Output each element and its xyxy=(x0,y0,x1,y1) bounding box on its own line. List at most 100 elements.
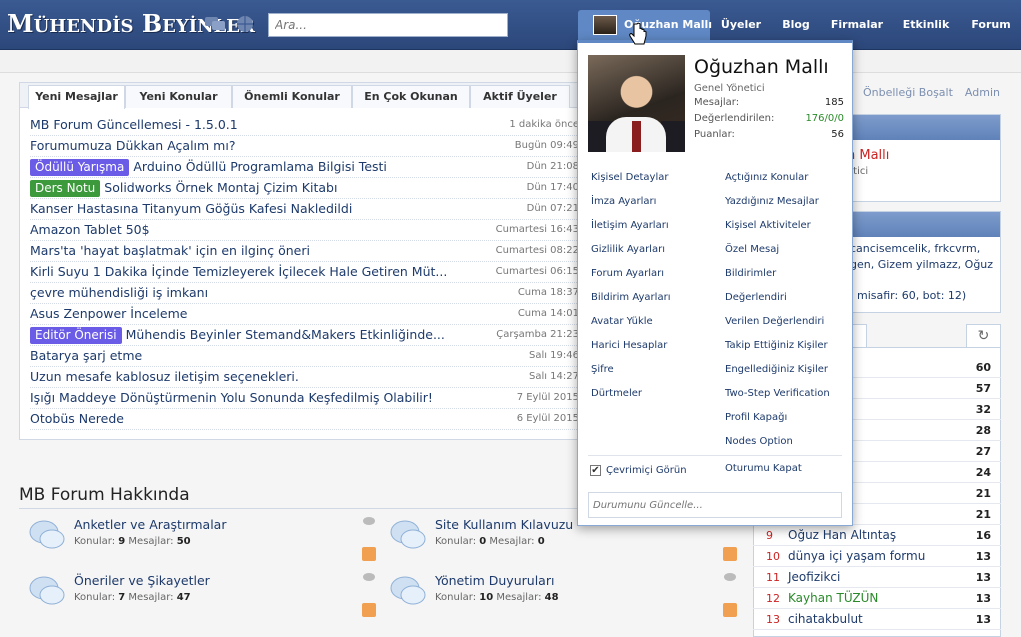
nav-blog[interactable]: Blog xyxy=(776,10,816,40)
thread-row[interactable]: Uzun mesafe kablosuz iletişim seçenekler… xyxy=(30,367,579,388)
thread-title-text[interactable]: Batarya şarj etme xyxy=(30,348,142,363)
top-poster-row[interactable]: 12 Kayhan TÜZÜN 13 xyxy=(753,588,1001,609)
thread-row[interactable]: Ders Notu Solidworks Örnek Montaj Çizim K… xyxy=(30,178,579,199)
thread-title[interactable]: Batarya şarj etme xyxy=(30,346,142,366)
thread-title[interactable]: Ödüllü Yarışma Arduino Ödüllü Programlama… xyxy=(30,157,387,177)
online-visibility-checkbox[interactable]: ✔ xyxy=(590,465,601,476)
popup-link-right[interactable]: Takip Ettiğiniz Kişiler xyxy=(725,340,828,351)
thread-title[interactable]: çevre mühendisliği iş imkanı xyxy=(30,283,208,303)
thread-row[interactable]: Otobüs Nerede 6 Eylül 2015 xyxy=(30,409,579,430)
popup-link-left[interactable]: Avatar Yükle xyxy=(591,316,653,327)
rss-icon[interactable] xyxy=(723,603,737,617)
top-poster-row[interactable]: 10 dünya içi yaşam formu 13 xyxy=(753,546,1001,567)
thread-row[interactable]: Editör Önerisi Mühendis Beyinler Stemand&… xyxy=(30,325,579,346)
nav-events[interactable]: Etkinlik xyxy=(898,10,954,40)
thread-title[interactable]: Işığı Maddeye Dönüştürmenin Yolu Sonunda… xyxy=(30,388,433,408)
thread-title-text[interactable]: Otobüs Nerede xyxy=(30,411,124,426)
user-photo[interactable] xyxy=(588,55,685,152)
online-users-list[interactable]: gen, Gizem yilmazz, Oğuz xyxy=(850,258,1000,271)
rss-icon[interactable] xyxy=(723,547,737,561)
thread-title-text[interactable]: Amazon Tablet 50$ xyxy=(30,222,150,237)
forum-name[interactable]: Öneriler ve Şikayetler xyxy=(74,573,210,588)
nav-forum[interactable]: Forum xyxy=(968,10,1014,40)
thread-title[interactable]: Asus Zenpower İnceleme xyxy=(30,304,187,324)
thread-row[interactable]: Mars'ta 'hayat başlatmak' için en ilginç… xyxy=(30,241,579,262)
popup-link-left[interactable]: Gizlilik Ayarları xyxy=(591,244,665,255)
popup-link-right[interactable]: Engellediğiniz Kişiler xyxy=(725,364,828,375)
thread-row[interactable]: Batarya şarj etme Salı 19:46 xyxy=(30,346,579,367)
popup-link-right[interactable]: Profil Kapağı xyxy=(725,412,787,423)
sidebar-profile-name[interactable]: n Mallı xyxy=(847,148,889,163)
tab-important-topics[interactable]: Önemli Konular xyxy=(232,85,352,108)
poster-name[interactable]: dünya içi yaşam formu xyxy=(788,546,925,567)
last-post-icon[interactable] xyxy=(362,516,376,526)
popup-link-left[interactable]: Bildirim Ayarları xyxy=(591,292,670,303)
globe-icon[interactable] xyxy=(234,15,256,33)
popup-link-right[interactable]: Nodes Option xyxy=(725,436,793,447)
thread-title-text[interactable]: Işığı Maddeye Dönüştürmenin Yolu Sonunda… xyxy=(30,390,433,405)
thread-title-text[interactable]: MB Forum Güncellemesi - 1.5.0.1 xyxy=(30,117,238,132)
clear-cache-link[interactable]: Önbelleği Boşalt xyxy=(863,86,953,99)
popup-link-left[interactable]: Forum Ayarları xyxy=(591,268,664,279)
online-users-list[interactable]: cancisemcelik, frkcvrm, xyxy=(850,242,1000,255)
thread-title[interactable]: Amazon Tablet 50$ xyxy=(30,220,150,240)
top-poster-row[interactable]: 11 Jeofizikci 13 xyxy=(753,567,1001,588)
tab-new-topics[interactable]: Yeni Konular xyxy=(125,85,232,108)
popup-link-right[interactable]: Özel Mesaj xyxy=(725,244,779,255)
forum-name[interactable]: Anketler ve Araştırmalar xyxy=(74,517,226,532)
popup-link-right[interactable]: Açtığınız Konular xyxy=(725,172,808,183)
status-update-input[interactable] xyxy=(588,492,842,518)
popup-link-left[interactable]: Şifre xyxy=(591,364,614,375)
online-visibility-label[interactable]: Çevrimiçi Görün xyxy=(606,465,687,476)
thread-title[interactable]: Kirli Suyu 1 Dakika İçinde Temizleyerek … xyxy=(30,262,447,282)
admin-link[interactable]: Admin xyxy=(965,86,1000,99)
thread-title[interactable]: Uzun mesafe kablosuz iletişim seçenekler… xyxy=(30,367,299,387)
rss-icon[interactable] xyxy=(362,547,376,561)
search-input[interactable] xyxy=(268,13,508,37)
thread-title[interactable]: Otobüs Nerede xyxy=(30,409,124,429)
thread-row[interactable]: MB Forum Güncellemesi - 1.5.0.1 1 dakika … xyxy=(30,115,579,136)
thread-title[interactable]: Kanser Hastasına Titanyum Göğüs Kafesi N… xyxy=(30,199,352,219)
forum-name[interactable]: Site Kullanım Kılavuzu xyxy=(435,517,573,532)
nav-members[interactable]: Üyeler xyxy=(714,10,768,40)
thread-title-text[interactable]: Forumumuza Dükkan Açalım mı? xyxy=(30,138,235,153)
thread-title-text[interactable]: Mühendis Beyinler Stemand&Makers Etkinli… xyxy=(126,327,445,342)
thread-title-text[interactable]: Uzun mesafe kablosuz iletişim seçenekler… xyxy=(30,369,299,384)
thread-title[interactable]: Mars'ta 'hayat başlatmak' için en ilginç… xyxy=(30,241,310,261)
thread-row[interactable]: çevre mühendisliği iş imkanı Cuma 18:37 xyxy=(30,283,579,304)
popup-link-right[interactable]: Kişisel Aktiviteler xyxy=(725,220,811,231)
poster-name[interactable]: cihatakbulut xyxy=(788,609,863,630)
thread-prefix-badge[interactable]: Ders Notu xyxy=(30,180,101,197)
popup-user-name[interactable]: Oğuzhan Mallı xyxy=(694,56,829,78)
thread-title-text[interactable]: çevre mühendisliği iş imkanı xyxy=(30,285,208,300)
popup-link-right[interactable]: Bildirimler xyxy=(725,268,776,279)
thread-title-text[interactable]: Mars'ta 'hayat başlatmak' için en ilginç… xyxy=(30,243,310,258)
refresh-icon[interactable]: ↻ xyxy=(966,324,1001,348)
last-post-icon[interactable] xyxy=(723,572,737,582)
thread-title[interactable]: Forumumuza Dükkan Açalım mı? xyxy=(30,136,235,156)
thread-row[interactable]: Amazon Tablet 50$ Cumartesi 16:43 xyxy=(30,220,579,241)
popup-link-right[interactable]: Yazdığınız Mesajlar xyxy=(725,196,819,207)
thread-title-text[interactable]: Asus Zenpower İnceleme xyxy=(30,306,187,321)
thread-row[interactable]: Kirli Suyu 1 Dakika İçinde Temizleyerek … xyxy=(30,262,579,283)
thread-prefix-badge[interactable]: Editör Önerisi xyxy=(30,327,122,344)
top-poster-row[interactable]: 9 Oğuz Han Altıntaş 16 xyxy=(753,525,1001,546)
nav-companies[interactable]: Firmalar xyxy=(828,10,886,40)
poster-name[interactable]: Jeofizikci xyxy=(788,567,840,588)
forum-name[interactable]: Yönetim Duyuruları xyxy=(435,573,554,588)
poster-name[interactable]: Kayhan TÜZÜN xyxy=(788,588,878,609)
thread-title[interactable]: Editör Önerisi Mühendis Beyinler Stemand&… xyxy=(30,325,445,345)
thread-row[interactable]: Forumumuza Dükkan Açalım mı? Bugün 09:49 xyxy=(30,136,579,157)
thread-row[interactable]: Kanser Hastasına Titanyum Göğüs Kafesi N… xyxy=(30,199,579,220)
popup-link-left[interactable]: İmza Ayarları xyxy=(591,196,656,207)
popup-link-left[interactable]: Harici Hesaplar xyxy=(591,340,667,351)
thread-row[interactable]: Asus Zenpower İnceleme Cuma 14:01 xyxy=(30,304,579,325)
popup-link-right[interactable]: Two-Step Verification xyxy=(725,388,830,399)
popup-link-left[interactable]: Kişisel Detaylar xyxy=(591,172,668,183)
thread-title-text[interactable]: Kirli Suyu 1 Dakika İçinde Temizleyerek … xyxy=(30,264,447,279)
tab-new-messages[interactable]: Yeni Mesajlar xyxy=(28,85,125,109)
thread-title[interactable]: MB Forum Güncellemesi - 1.5.0.1 xyxy=(30,115,238,135)
rss-icon[interactable] xyxy=(362,603,376,617)
popup-link-right[interactable]: Değerlendiri xyxy=(725,292,787,303)
popup-link-left[interactable]: Dürtmeler xyxy=(591,388,642,399)
